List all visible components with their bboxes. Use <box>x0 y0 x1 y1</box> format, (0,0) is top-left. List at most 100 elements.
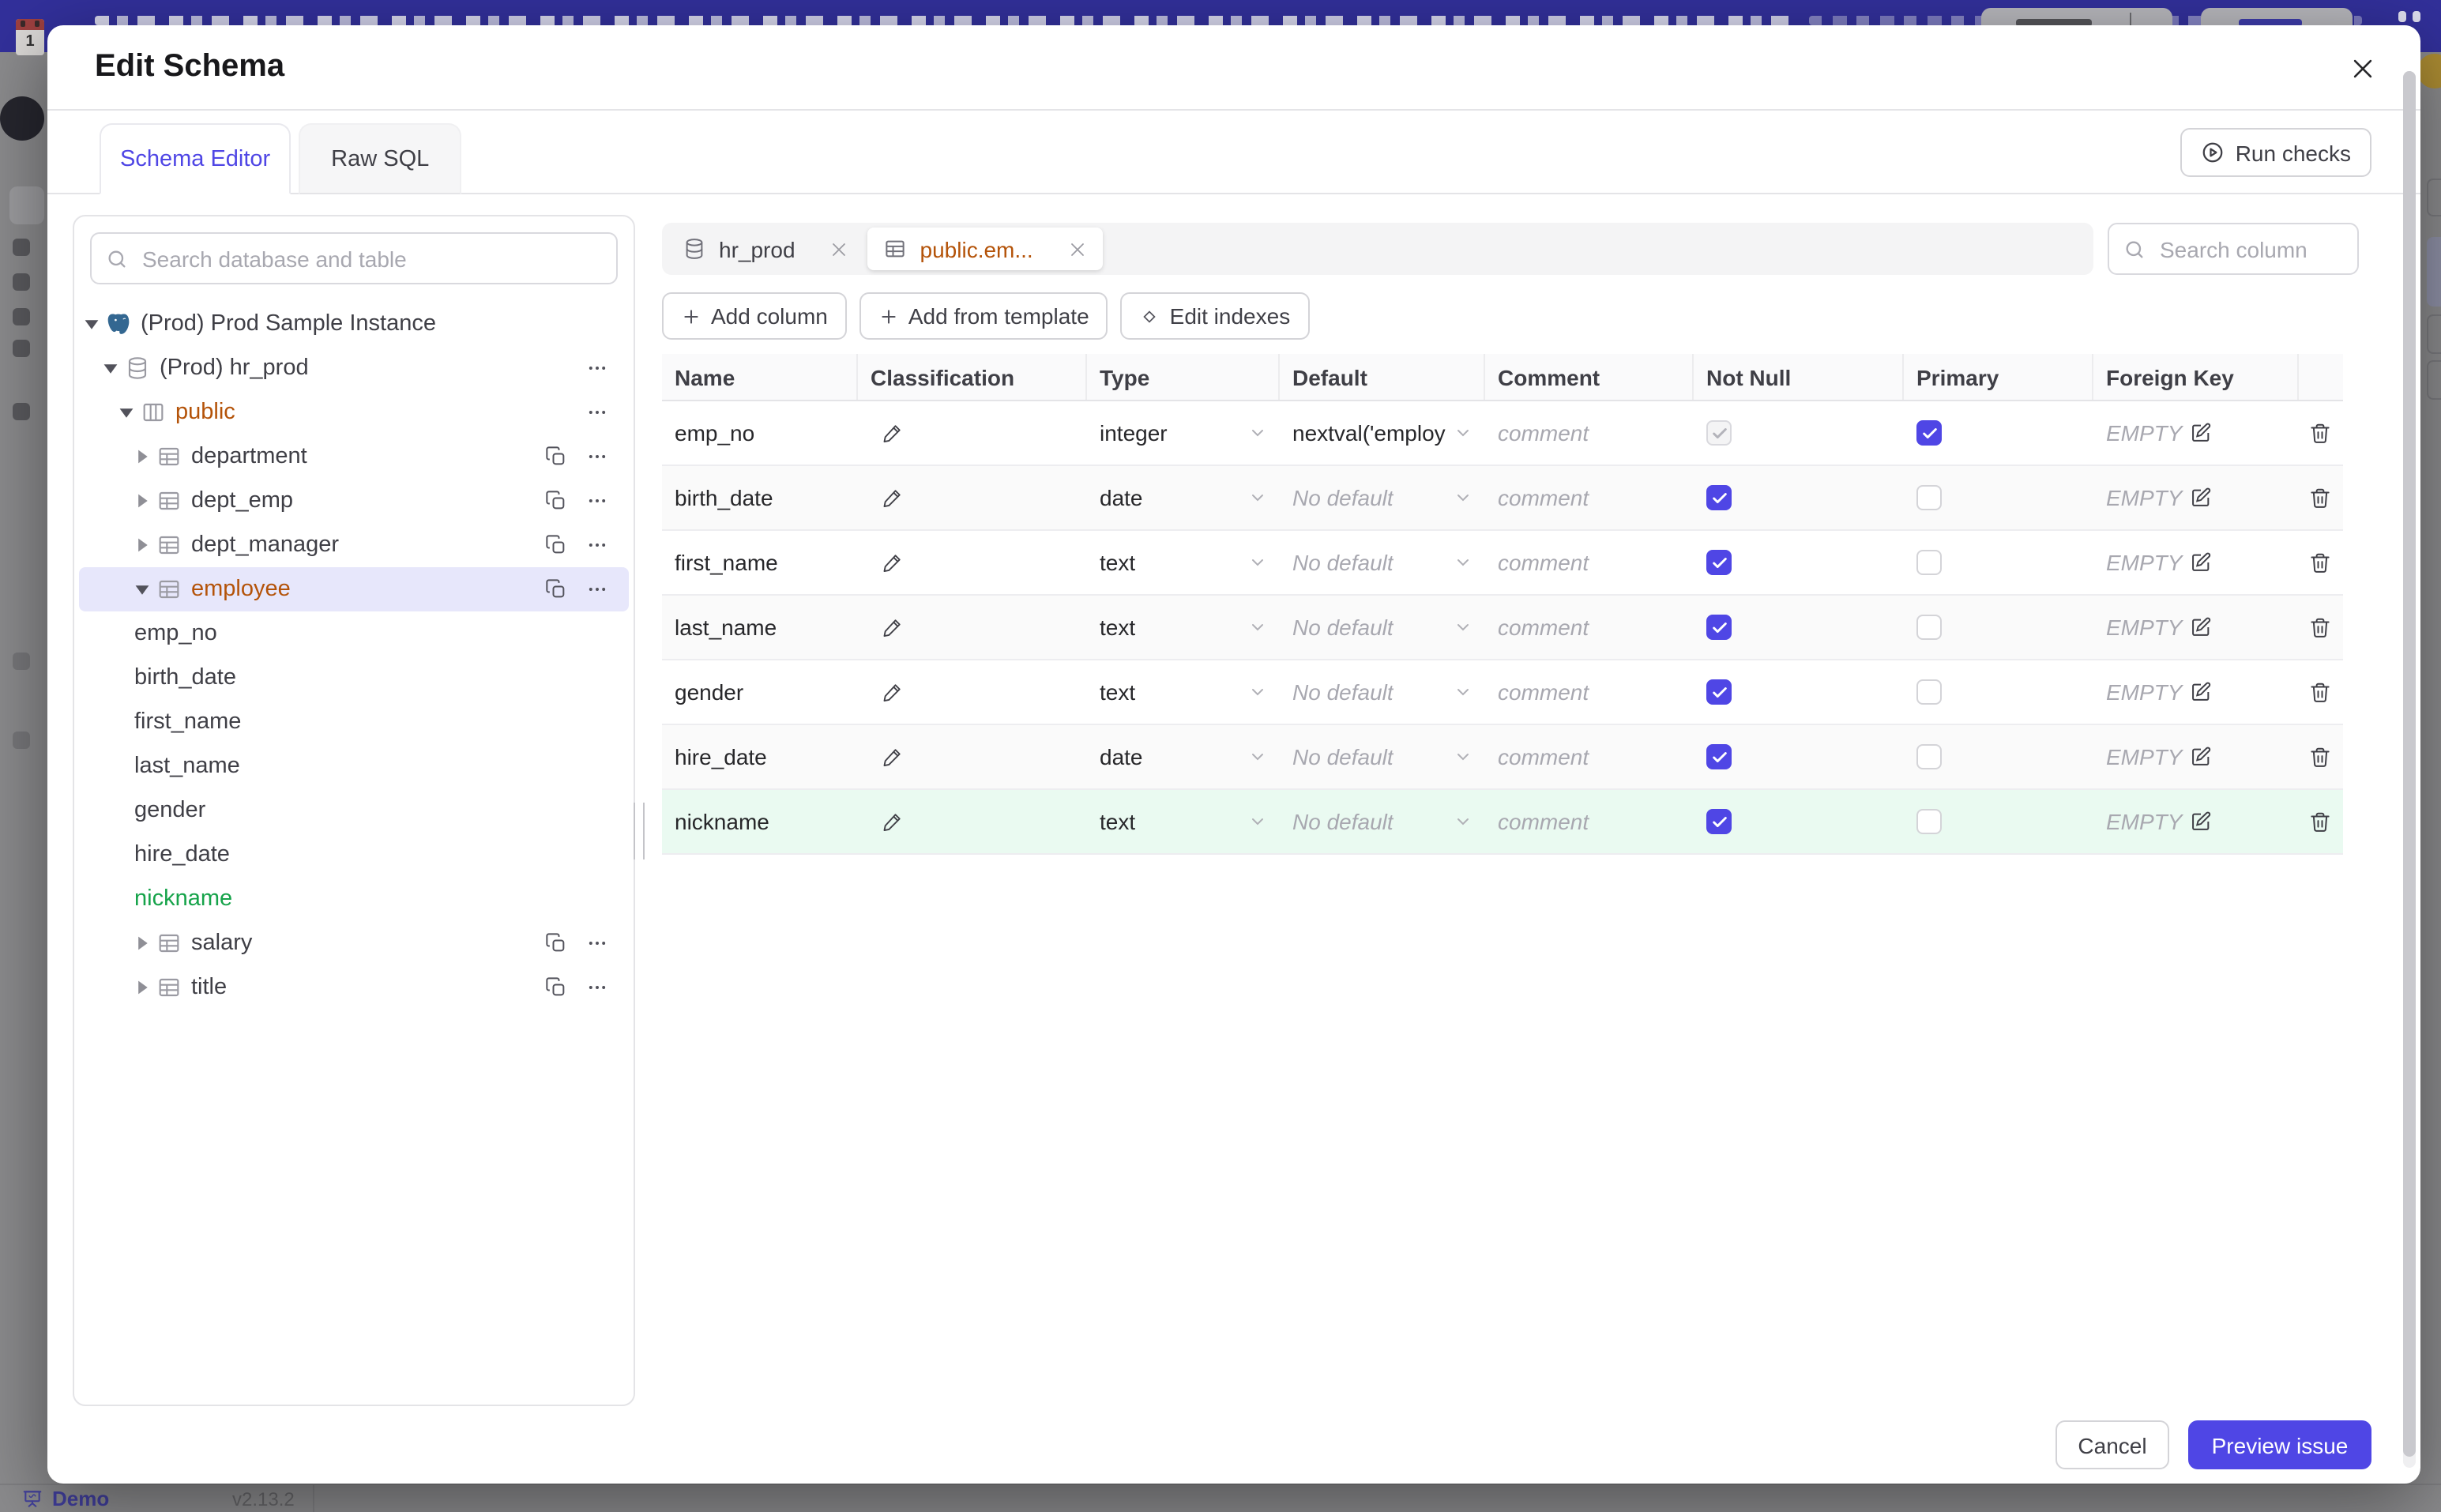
comment-input[interactable]: comment <box>1485 531 1694 594</box>
tree-item-dept-emp[interactable]: dept_emp <box>79 479 629 523</box>
add-from-template-button[interactable]: Add from template <box>859 292 1108 340</box>
square-pen-icon[interactable] <box>2190 487 2212 509</box>
caret-right-icon[interactable] <box>133 491 152 510</box>
pencil-icon[interactable] <box>882 551 904 574</box>
type-select[interactable]: text <box>1087 531 1280 594</box>
square-pen-icon[interactable] <box>2190 681 2212 703</box>
not-null-checkbox-checked[interactable] <box>1706 550 1732 575</box>
tree-item-nickname[interactable]: nickname <box>79 877 629 921</box>
tree-item-department[interactable]: department <box>79 434 629 479</box>
edit-indexes-button[interactable]: Edit indexes <box>1120 292 1310 340</box>
tree-item--prod-prod-sample-instance[interactable]: (Prod) Prod Sample Instance <box>79 302 629 346</box>
column-name-cell[interactable]: birth_date <box>662 466 858 529</box>
not-null-checkbox-checked[interactable] <box>1706 615 1732 640</box>
default-select[interactable]: No default <box>1280 466 1485 529</box>
pencil-icon[interactable] <box>882 487 904 509</box>
primary-checkbox[interactable] <box>1916 550 1942 575</box>
tree-item-gender[interactable]: gender <box>79 788 629 833</box>
copy-icon[interactable] <box>545 976 567 999</box>
pencil-icon[interactable] <box>882 811 904 833</box>
caret-down-icon[interactable] <box>117 403 136 422</box>
tree-item-employee[interactable]: employee <box>79 567 629 611</box>
pencil-icon[interactable] <box>882 681 904 703</box>
caret-down-icon[interactable] <box>101 359 120 378</box>
type-select[interactable]: integer <box>1087 401 1280 465</box>
column-name-cell[interactable]: gender <box>662 660 858 724</box>
column-name-cell[interactable]: nickname <box>662 790 858 853</box>
not-null-checkbox-checked[interactable] <box>1706 809 1732 834</box>
add-column-button[interactable]: Add column <box>662 292 847 340</box>
tab-raw-sql[interactable]: Raw SQL <box>299 123 462 194</box>
copy-icon[interactable] <box>545 446 567 468</box>
column-name-cell[interactable]: emp_no <box>662 401 858 465</box>
default-select[interactable]: nextval('employ <box>1280 401 1485 465</box>
tab-schema-editor[interactable]: Schema Editor <box>100 123 291 194</box>
default-select[interactable]: No default <box>1280 596 1485 659</box>
tree-item-hire-date[interactable]: hire_date <box>79 833 629 877</box>
not-null-checkbox-checked[interactable] <box>1706 485 1732 510</box>
trash-icon[interactable] <box>2308 551 2332 574</box>
trash-icon[interactable] <box>2308 421 2332 445</box>
comment-input[interactable]: comment <box>1485 596 1694 659</box>
tab-chip-public-em-[interactable]: public.em... <box>867 228 1103 270</box>
tree-item-birth-date[interactable]: birth_date <box>79 656 629 700</box>
pencil-icon[interactable] <box>882 746 904 768</box>
tree-item-emp-no[interactable]: emp_no <box>79 611 629 656</box>
copy-icon[interactable] <box>545 932 567 954</box>
tree-item-public[interactable]: public <box>79 390 629 434</box>
more-menu-icon[interactable] <box>586 578 608 600</box>
type-select[interactable]: text <box>1087 790 1280 853</box>
comment-input[interactable]: comment <box>1485 401 1694 465</box>
caret-right-icon[interactable] <box>133 934 152 953</box>
square-pen-icon[interactable] <box>2190 422 2212 444</box>
more-menu-icon[interactable] <box>586 490 608 512</box>
default-select[interactable]: No default <box>1280 531 1485 594</box>
square-pen-icon[interactable] <box>2190 551 2212 574</box>
tree-item-title[interactable]: title <box>79 965 629 1010</box>
tree-item-first-name[interactable]: first_name <box>79 700 629 744</box>
trash-icon[interactable] <box>2308 680 2332 704</box>
demo-link[interactable]: Demo <box>52 1487 109 1510</box>
trash-icon[interactable] <box>2308 615 2332 639</box>
trash-icon[interactable] <box>2308 745 2332 769</box>
primary-checkbox[interactable] <box>1916 809 1942 834</box>
type-select[interactable]: date <box>1087 466 1280 529</box>
copy-icon[interactable] <box>545 490 567 512</box>
copy-icon[interactable] <box>545 578 567 600</box>
primary-checkbox[interactable] <box>1916 679 1942 705</box>
primary-checkbox[interactable] <box>1916 615 1942 640</box>
more-menu-icon[interactable] <box>586 446 608 468</box>
comment-input[interactable]: comment <box>1485 466 1694 529</box>
type-select[interactable]: date <box>1087 725 1280 788</box>
primary-checkbox-checked[interactable] <box>1916 420 1942 446</box>
column-name-cell[interactable]: hire_date <box>662 725 858 788</box>
comment-input[interactable]: comment <box>1485 660 1694 724</box>
square-pen-icon[interactable] <box>2190 746 2212 768</box>
scrollbar-thumb[interactable] <box>2403 71 2416 1457</box>
primary-checkbox[interactable] <box>1916 744 1942 769</box>
tree-search-input[interactable] <box>139 244 602 273</box>
default-select[interactable]: No default <box>1280 660 1485 724</box>
cancel-button[interactable]: Cancel <box>2055 1420 2169 1469</box>
more-menu-icon[interactable] <box>586 932 608 954</box>
type-select[interactable]: text <box>1087 660 1280 724</box>
column-name-cell[interactable]: first_name <box>662 531 858 594</box>
caret-right-icon[interactable] <box>133 536 152 555</box>
more-menu-icon[interactable] <box>586 976 608 999</box>
column-search-input[interactable] <box>2157 235 2343 263</box>
not-null-checkbox-checked[interactable] <box>1706 744 1732 769</box>
close-icon[interactable] <box>1068 239 1087 258</box>
caret-right-icon[interactable] <box>133 978 152 997</box>
tree-item-dept-manager[interactable]: dept_manager <box>79 523 629 567</box>
trash-icon[interactable] <box>2308 486 2332 510</box>
more-menu-icon[interactable] <box>586 357 608 379</box>
tab-chip-hr-prod[interactable]: hr_prod <box>667 228 865 270</box>
tree-item--prod-hr-prod[interactable]: (Prod) hr_prod <box>79 346 629 390</box>
tree-item-salary[interactable]: salary <box>79 921 629 965</box>
pencil-icon[interactable] <box>882 616 904 638</box>
column-name-cell[interactable]: last_name <box>662 596 858 659</box>
square-pen-icon[interactable] <box>2190 616 2212 638</box>
panel-resize-handle[interactable] <box>634 803 645 859</box>
close-icon[interactable] <box>2349 55 2376 82</box>
default-select[interactable]: No default <box>1280 790 1485 853</box>
